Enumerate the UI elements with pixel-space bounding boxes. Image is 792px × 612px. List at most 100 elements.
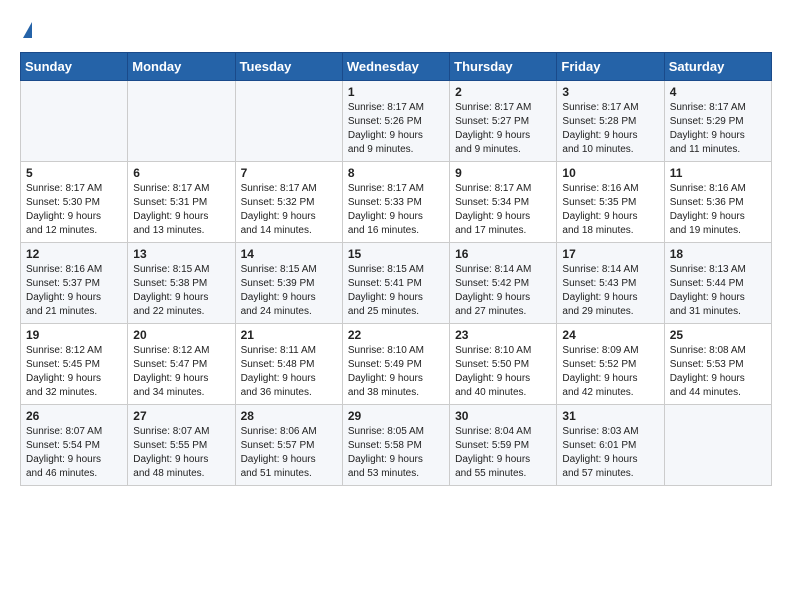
calendar-cell: 19 Sunrise: 8:12 AM Sunset: 5:45 PM Dayli… bbox=[21, 324, 128, 405]
day-number: 10 bbox=[562, 166, 658, 180]
calendar-week-row: 5 Sunrise: 8:17 AM Sunset: 5:30 PM Daylig… bbox=[21, 162, 772, 243]
weekday-header: Monday bbox=[128, 53, 235, 81]
day-info: Sunrise: 8:17 AM Sunset: 5:34 PM Dayligh… bbox=[455, 182, 551, 238]
day-info: Sunrise: 8:17 AM Sunset: 5:28 PM Dayligh… bbox=[562, 101, 658, 157]
day-number: 27 bbox=[133, 409, 229, 423]
day-info: Sunrise: 8:16 AM Sunset: 5:36 PM Dayligh… bbox=[670, 182, 766, 238]
day-number: 4 bbox=[670, 85, 766, 99]
day-info: Sunrise: 8:13 AM Sunset: 5:44 PM Dayligh… bbox=[670, 263, 766, 319]
calendar-week-row: 1 Sunrise: 8:17 AM Sunset: 5:26 PM Daylig… bbox=[21, 81, 772, 162]
page-header bbox=[20, 20, 772, 36]
day-info: Sunrise: 8:04 AM Sunset: 5:59 PM Dayligh… bbox=[455, 425, 551, 481]
calendar-cell: 15 Sunrise: 8:15 AM Sunset: 5:41 PM Dayli… bbox=[342, 243, 449, 324]
day-number: 22 bbox=[348, 328, 444, 342]
day-info: Sunrise: 8:17 AM Sunset: 5:33 PM Dayligh… bbox=[348, 182, 444, 238]
weekday-header: Friday bbox=[557, 53, 664, 81]
calendar-week-row: 12 Sunrise: 8:16 AM Sunset: 5:37 PM Dayli… bbox=[21, 243, 772, 324]
day-number: 18 bbox=[670, 247, 766, 261]
day-number: 16 bbox=[455, 247, 551, 261]
calendar-cell: 21 Sunrise: 8:11 AM Sunset: 5:48 PM Dayli… bbox=[235, 324, 342, 405]
weekday-header: Wednesday bbox=[342, 53, 449, 81]
calendar-cell: 18 Sunrise: 8:13 AM Sunset: 5:44 PM Dayli… bbox=[664, 243, 771, 324]
calendar-cell: 25Sunrise: 8:08 AM Sunset: 5:53 PM Dayli… bbox=[664, 324, 771, 405]
day-number: 24 bbox=[562, 328, 658, 342]
logo-triangle-icon bbox=[23, 22, 32, 38]
day-number: 13 bbox=[133, 247, 229, 261]
calendar-cell: 14Sunrise: 8:15 AM Sunset: 5:39 PM Dayli… bbox=[235, 243, 342, 324]
day-number: 5 bbox=[26, 166, 122, 180]
day-info: Sunrise: 8:17 AM Sunset: 5:27 PM Dayligh… bbox=[455, 101, 551, 157]
calendar-cell bbox=[664, 405, 771, 486]
calendar-cell: 6 Sunrise: 8:17 AM Sunset: 5:31 PM Daylig… bbox=[128, 162, 235, 243]
calendar-cell: 1 Sunrise: 8:17 AM Sunset: 5:26 PM Daylig… bbox=[342, 81, 449, 162]
weekday-header: Sunday bbox=[21, 53, 128, 81]
calendar-cell: 24 Sunrise: 8:09 AM Sunset: 5:52 PM Dayli… bbox=[557, 324, 664, 405]
day-info: Sunrise: 8:09 AM Sunset: 5:52 PM Dayligh… bbox=[562, 344, 658, 400]
calendar-cell: 27 Sunrise: 8:07 AM Sunset: 5:55 PM Dayli… bbox=[128, 405, 235, 486]
day-number: 26 bbox=[26, 409, 122, 423]
day-info: Sunrise: 8:03 AM Sunset: 6:01 PM Dayligh… bbox=[562, 425, 658, 481]
day-number: 1 bbox=[348, 85, 444, 99]
day-info: Sunrise: 8:17 AM Sunset: 5:32 PM Dayligh… bbox=[241, 182, 337, 238]
calendar-cell: 2 Sunrise: 8:17 AM Sunset: 5:27 PM Daylig… bbox=[450, 81, 557, 162]
day-info: Sunrise: 8:14 AM Sunset: 5:43 PM Dayligh… bbox=[562, 263, 658, 319]
calendar-cell: 26 Sunrise: 8:07 AM Sunset: 5:54 PM Dayli… bbox=[21, 405, 128, 486]
calendar-week-row: 26 Sunrise: 8:07 AM Sunset: 5:54 PM Dayli… bbox=[21, 405, 772, 486]
calendar-cell: 20 Sunrise: 8:12 AM Sunset: 5:47 PM Dayli… bbox=[128, 324, 235, 405]
day-info: Sunrise: 8:17 AM Sunset: 5:29 PM Dayligh… bbox=[670, 101, 766, 157]
day-info: Sunrise: 8:06 AM Sunset: 5:57 PM Dayligh… bbox=[241, 425, 337, 481]
calendar-cell bbox=[21, 81, 128, 162]
day-info: Sunrise: 8:12 AM Sunset: 5:47 PM Dayligh… bbox=[133, 344, 229, 400]
day-info: Sunrise: 8:17 AM Sunset: 5:31 PM Dayligh… bbox=[133, 182, 229, 238]
day-number: 31 bbox=[562, 409, 658, 423]
weekday-header: Tuesday bbox=[235, 53, 342, 81]
day-number: 21 bbox=[241, 328, 337, 342]
calendar-cell: 16Sunrise: 8:14 AM Sunset: 5:42 PM Dayli… bbox=[450, 243, 557, 324]
calendar-cell: 7 Sunrise: 8:17 AM Sunset: 5:32 PM Daylig… bbox=[235, 162, 342, 243]
day-number: 14 bbox=[241, 247, 337, 261]
calendar-cell: 29Sunrise: 8:05 AM Sunset: 5:58 PM Dayli… bbox=[342, 405, 449, 486]
calendar-cell: 13 Sunrise: 8:15 AM Sunset: 5:38 PM Dayli… bbox=[128, 243, 235, 324]
calendar-cell: 10 Sunrise: 8:16 AM Sunset: 5:35 PM Dayli… bbox=[557, 162, 664, 243]
day-number: 8 bbox=[348, 166, 444, 180]
calendar-cell: 28 Sunrise: 8:06 AM Sunset: 5:57 PM Dayli… bbox=[235, 405, 342, 486]
day-info: Sunrise: 8:17 AM Sunset: 5:26 PM Dayligh… bbox=[348, 101, 444, 157]
day-info: Sunrise: 8:15 AM Sunset: 5:38 PM Dayligh… bbox=[133, 263, 229, 319]
day-number: 9 bbox=[455, 166, 551, 180]
day-info: Sunrise: 8:15 AM Sunset: 5:41 PM Dayligh… bbox=[348, 263, 444, 319]
day-number: 11 bbox=[670, 166, 766, 180]
weekday-header-row: SundayMondayTuesdayWednesdayThursdayFrid… bbox=[21, 53, 772, 81]
calendar-cell: 12 Sunrise: 8:16 AM Sunset: 5:37 PM Dayli… bbox=[21, 243, 128, 324]
day-info: Sunrise: 8:11 AM Sunset: 5:48 PM Dayligh… bbox=[241, 344, 337, 400]
weekday-header: Saturday bbox=[664, 53, 771, 81]
day-number: 15 bbox=[348, 247, 444, 261]
day-number: 6 bbox=[133, 166, 229, 180]
day-number: 23 bbox=[455, 328, 551, 342]
day-info: Sunrise: 8:16 AM Sunset: 5:37 PM Dayligh… bbox=[26, 263, 122, 319]
calendar-cell: 31 Sunrise: 8:03 AM Sunset: 6:01 PM Dayli… bbox=[557, 405, 664, 486]
day-info: Sunrise: 8:07 AM Sunset: 5:54 PM Dayligh… bbox=[26, 425, 122, 481]
calendar-week-row: 19 Sunrise: 8:12 AM Sunset: 5:45 PM Dayli… bbox=[21, 324, 772, 405]
calendar-cell: 23 Sunrise: 8:10 AM Sunset: 5:50 PM Dayli… bbox=[450, 324, 557, 405]
day-info: Sunrise: 8:17 AM Sunset: 5:30 PM Dayligh… bbox=[26, 182, 122, 238]
day-info: Sunrise: 8:10 AM Sunset: 5:49 PM Dayligh… bbox=[348, 344, 444, 400]
calendar-cell: 3Sunrise: 8:17 AM Sunset: 5:28 PM Daylig… bbox=[557, 81, 664, 162]
day-number: 2 bbox=[455, 85, 551, 99]
day-info: Sunrise: 8:10 AM Sunset: 5:50 PM Dayligh… bbox=[455, 344, 551, 400]
day-number: 30 bbox=[455, 409, 551, 423]
logo bbox=[20, 20, 32, 36]
calendar-cell: 5 Sunrise: 8:17 AM Sunset: 5:30 PM Daylig… bbox=[21, 162, 128, 243]
day-info: Sunrise: 8:16 AM Sunset: 5:35 PM Dayligh… bbox=[562, 182, 658, 238]
day-info: Sunrise: 8:12 AM Sunset: 5:45 PM Dayligh… bbox=[26, 344, 122, 400]
day-number: 28 bbox=[241, 409, 337, 423]
day-number: 20 bbox=[133, 328, 229, 342]
day-number: 12 bbox=[26, 247, 122, 261]
calendar-cell: 30 Sunrise: 8:04 AM Sunset: 5:59 PM Dayli… bbox=[450, 405, 557, 486]
day-number: 19 bbox=[26, 328, 122, 342]
calendar-cell: 8 Sunrise: 8:17 AM Sunset: 5:33 PM Daylig… bbox=[342, 162, 449, 243]
calendar-table: SundayMondayTuesdayWednesdayThursdayFrid… bbox=[20, 52, 772, 486]
day-number: 7 bbox=[241, 166, 337, 180]
calendar-cell: 9 Sunrise: 8:17 AM Sunset: 5:34 PM Daylig… bbox=[450, 162, 557, 243]
calendar-cell bbox=[235, 81, 342, 162]
day-info: Sunrise: 8:07 AM Sunset: 5:55 PM Dayligh… bbox=[133, 425, 229, 481]
